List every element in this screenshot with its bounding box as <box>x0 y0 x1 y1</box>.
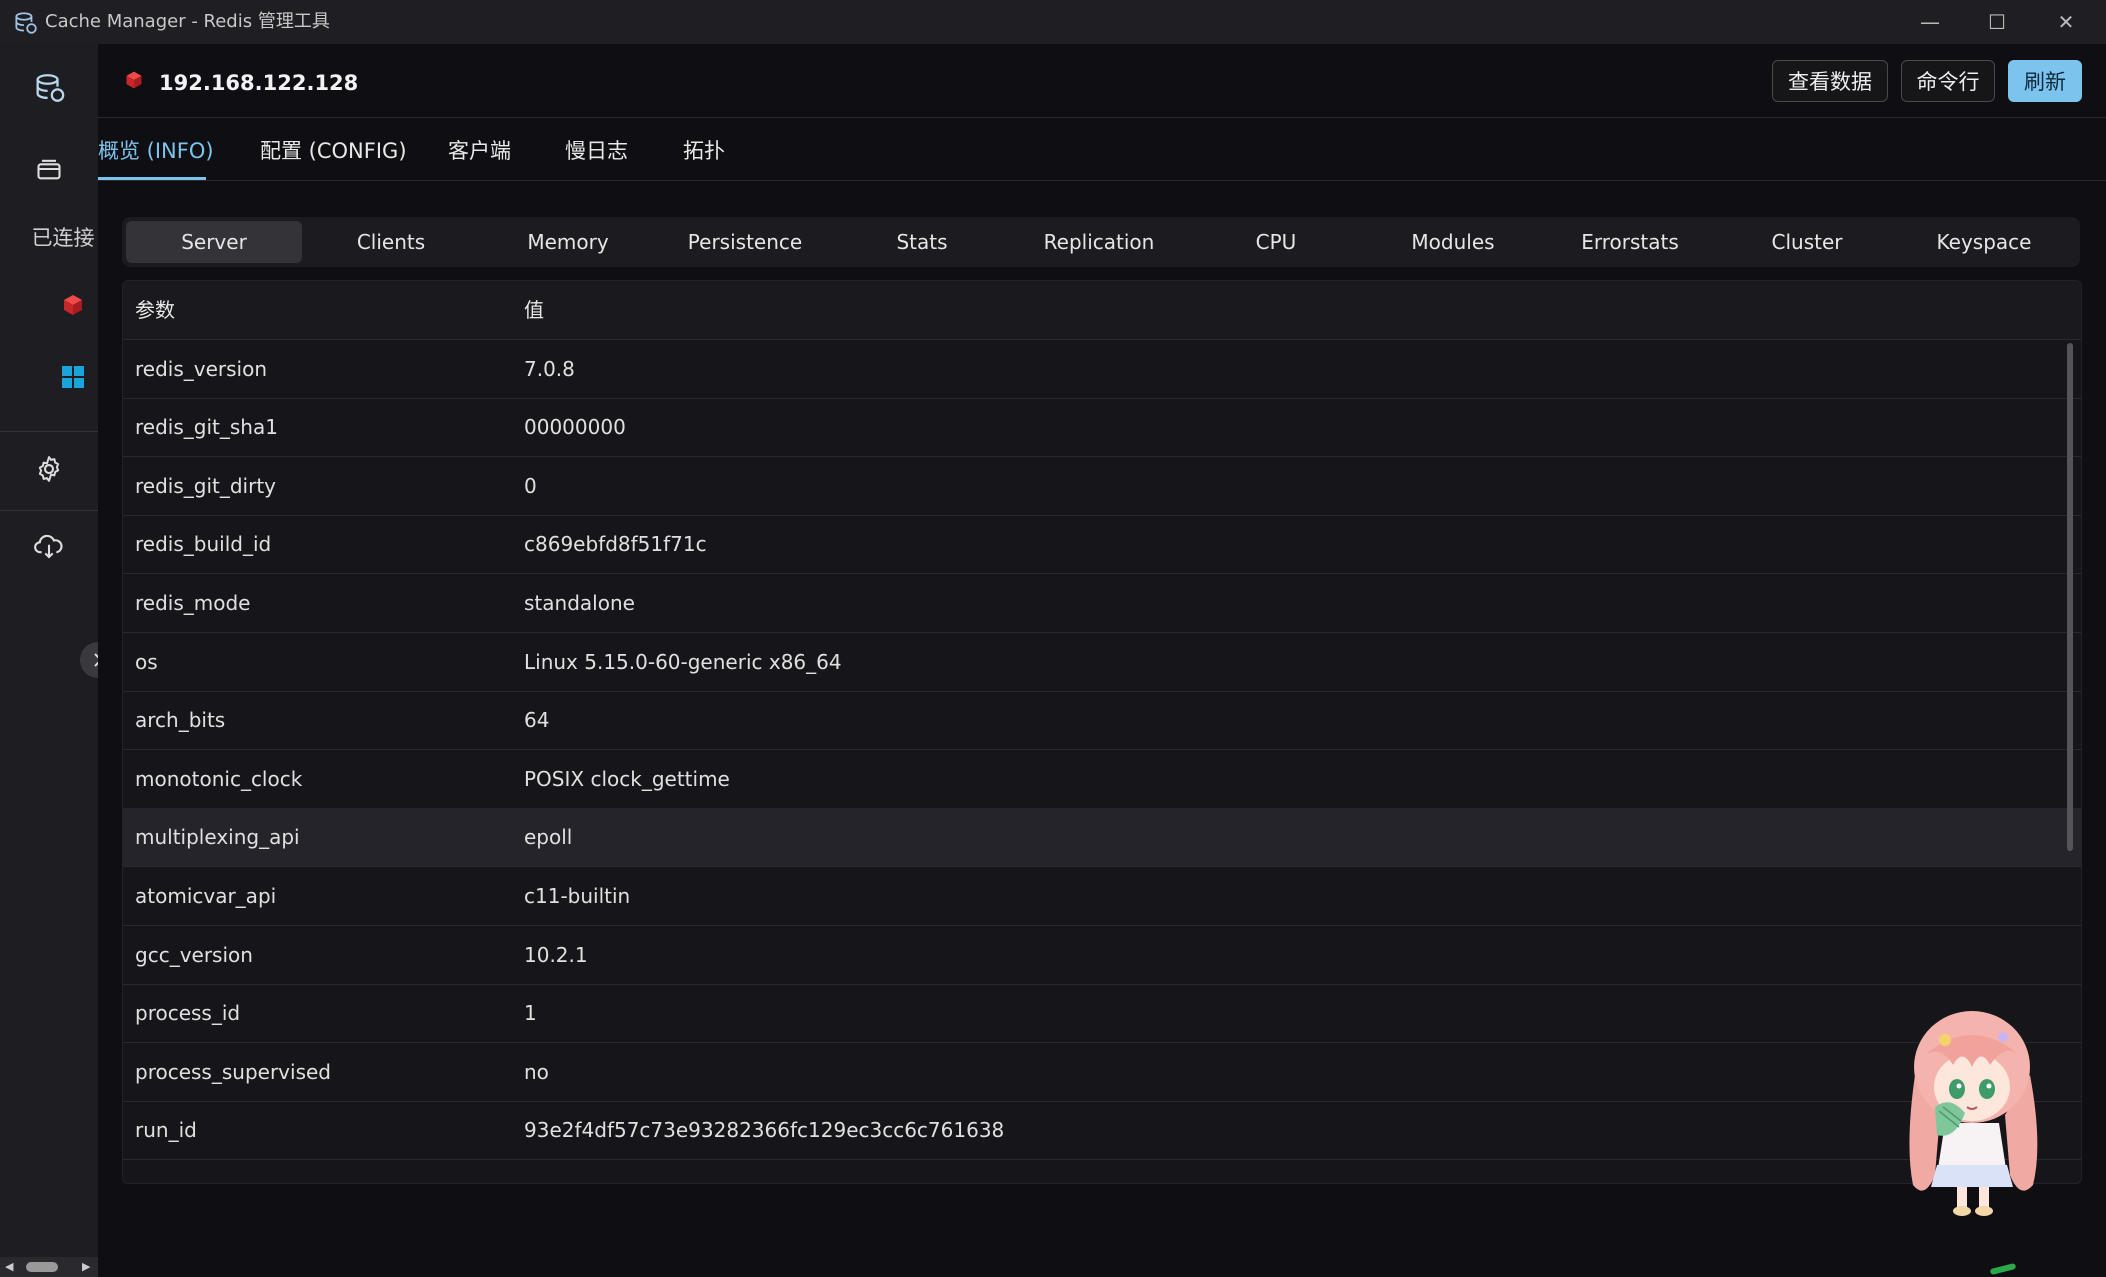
sidebar-divider <box>0 431 98 432</box>
table-row[interactable]: redis_mode standalone <box>123 574 2081 633</box>
tab-info[interactable]: 概览 (INFO) <box>98 136 214 166</box>
view-data-button[interactable]: 查看数据 <box>1772 60 1888 102</box>
server-name: 192.168.122.128 <box>159 71 359 95</box>
value-cell: 00000000 <box>524 415 626 439</box>
scroll-right-icon[interactable]: ▶ <box>82 1260 90 1273</box>
mascot-character-image <box>1909 1011 2038 1216</box>
param-cell: process_supervised <box>135 1060 331 1084</box>
section-selector: Server Clients Memory Persistence Stats … <box>122 217 2080 267</box>
section-clients[interactable]: Clients <box>303 221 479 263</box>
column-header-value[interactable]: 值 <box>524 281 544 339</box>
windows-grid-icon <box>62 366 84 388</box>
param-cell: arch_bits <box>135 708 226 732</box>
sidebar-horizontal-scrollbar[interactable]: ◀ ▶ <box>0 1257 98 1277</box>
minimize-button[interactable]: — <box>1900 0 1960 44</box>
value-cell: c11-builtin <box>524 884 631 908</box>
table-row-hovered[interactable]: multiplexing_api epoll <box>123 808 2081 867</box>
value-cell: 93e2f4df57c73e93282366fc129ec3cc6c761638 <box>524 1118 1005 1142</box>
param-cell: redis_version <box>135 357 268 381</box>
minimize-icon: — <box>1920 10 1940 34</box>
param-cell: run_id <box>135 1118 197 1142</box>
param-cell: multiplexing_api <box>135 825 300 849</box>
maximize-icon: ☐ <box>1988 10 2006 34</box>
table-row[interactable]: atomicvar_api c11-builtin <box>123 867 2081 926</box>
value-cell: no <box>524 1060 549 1084</box>
title-bar: Cache Manager - Redis 管理工具 — ☐ ✕ <box>0 0 2106 44</box>
tab-clients[interactable]: 客户端 <box>448 136 511 166</box>
param-cell: process_id <box>135 1001 241 1025</box>
value-cell: standalone <box>524 591 635 615</box>
value-cell: 10.2.1 <box>524 943 588 967</box>
table-header: 参数 值 <box>123 281 2081 340</box>
scrollbar-thumb[interactable] <box>26 1262 58 1272</box>
param-cell: atomicvar_api <box>135 884 277 908</box>
scroll-left-icon[interactable]: ◀ <box>5 1260 13 1273</box>
param-cell: gcc_version <box>135 943 253 967</box>
section-modules[interactable]: Modules <box>1365 221 1541 263</box>
section-server[interactable]: Server <box>126 221 302 263</box>
param-cell: redis_git_dirty <box>135 474 277 498</box>
window-title: Cache Manager - Redis 管理工具 <box>45 11 330 32</box>
layers-icon <box>37 159 61 180</box>
value-cell: c869ebfd8f51f71c <box>524 532 707 556</box>
sidebar-item-databases[interactable] <box>0 68 98 108</box>
section-persistence[interactable]: Persistence <box>657 221 833 263</box>
table-row[interactable]: redis_version 7.0.8 <box>123 340 2081 399</box>
sidebar-item-settings[interactable] <box>0 449 98 489</box>
value-cell: epoll <box>524 825 573 849</box>
redis-cube-icon <box>126 71 142 89</box>
param-cell: redis_git_sha1 <box>135 415 278 439</box>
section-memory[interactable]: Memory <box>480 221 656 263</box>
database-icon <box>36 74 65 102</box>
param-cell: monotonic_clock <box>135 767 303 791</box>
sidebar-item-cloud-sync[interactable] <box>0 526 98 566</box>
redis-cube-icon <box>64 295 82 315</box>
tab-config[interactable]: 配置 (CONFIG) <box>260 136 407 166</box>
section-errorstats[interactable]: Errorstats <box>1542 221 1718 263</box>
section-keyspace[interactable]: Keyspace <box>1896 221 2072 263</box>
table-row[interactable]: arch_bits 64 <box>123 691 2081 750</box>
header-divider <box>98 117 2106 118</box>
table-row[interactable]: run_id 93e2f4df57c73e93282366fc129ec3cc6… <box>123 1101 2081 1160</box>
section-replication[interactable]: Replication <box>1011 221 1187 263</box>
table-row[interactable]: redis_build_id c869ebfd8f51f71c <box>123 515 2081 574</box>
section-cluster[interactable]: Cluster <box>1719 221 1895 263</box>
value-cell: 7.0.8 <box>524 357 575 381</box>
section-stats[interactable]: Stats <box>834 221 1010 263</box>
tab-slowlog[interactable]: 慢日志 <box>565 136 628 166</box>
info-table: 参数 值 redis_version 7.0.8 redis_git_sha1 … <box>122 280 2082 1184</box>
gear-icon <box>38 456 60 482</box>
database-icon <box>15 12 37 34</box>
param-cell: redis_mode <box>135 591 251 615</box>
sidebar-divider <box>0 510 98 511</box>
value-cell: 0 <box>524 474 537 498</box>
refresh-button[interactable]: 刷新 <box>2008 60 2082 102</box>
table-row[interactable]: process_supervised no <box>123 1043 2081 1102</box>
value-cell: Linux 5.15.0-60-generic x86_64 <box>524 650 842 674</box>
column-header-param[interactable]: 参数 <box>135 281 175 339</box>
tabs-divider <box>98 180 2106 181</box>
cloud-download-icon <box>34 534 63 559</box>
value-cell: 64 <box>524 708 550 732</box>
table-row[interactable]: monotonic_clock POSIX clock_gettime <box>123 750 2081 809</box>
table-row[interactable]: os Linux 5.15.0-60-generic x86_64 <box>123 633 2081 692</box>
value-cell: POSIX clock_gettime <box>524 767 730 791</box>
table-vertical-scrollbar[interactable] <box>2067 343 2073 851</box>
tab-topology[interactable]: 拓扑 <box>683 136 725 166</box>
table-row[interactable]: redis_git_dirty 0 <box>123 457 2081 516</box>
maximize-button[interactable]: ☐ <box>1967 0 2027 44</box>
sidebar-item-layers[interactable] <box>0 149 98 189</box>
value-cell: 1 <box>524 1001 537 1025</box>
section-cpu[interactable]: CPU <box>1188 221 1364 263</box>
close-button[interactable]: ✕ <box>2036 0 2096 44</box>
command-line-button[interactable]: 命令行 <box>1901 60 1995 102</box>
param-cell: redis_build_id <box>135 532 272 556</box>
table-row[interactable]: redis_git_sha1 00000000 <box>123 398 2081 457</box>
table-row[interactable]: gcc_version 10.2.1 <box>123 926 2081 985</box>
param-cell: os <box>135 650 158 674</box>
main-panel: 192.168.122.128 查看数据 命令行 刷新 概览 (INFO) 配置… <box>98 44 2106 1277</box>
table-row[interactable]: process_id 1 <box>123 984 2081 1043</box>
close-icon: ✕ <box>2057 10 2075 34</box>
